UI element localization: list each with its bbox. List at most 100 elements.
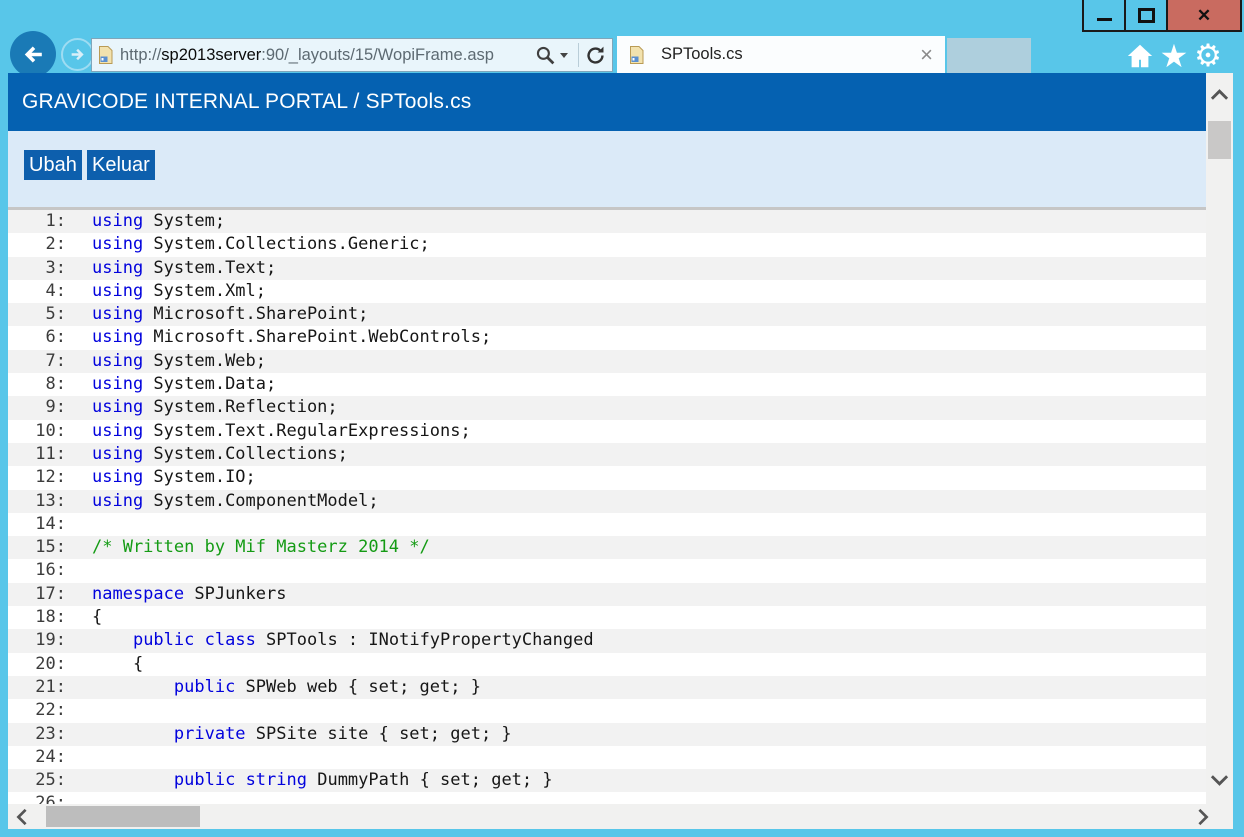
code-line: 15:/* Written by Mif Masterz 2014 */	[8, 536, 1206, 559]
line-code: using System.Xml;	[66, 280, 266, 303]
code-line: 4:using System.Xml;	[8, 280, 1206, 303]
line-number: 10:	[8, 420, 66, 443]
url-path: :90/_layouts/15/WopiFrame.asp	[261, 46, 494, 64]
line-number: 16:	[8, 559, 66, 582]
scroll-up-icon[interactable]	[1210, 89, 1229, 101]
line-number: 17:	[8, 583, 66, 606]
code-line: 14:	[8, 513, 1206, 536]
settings-button[interactable]: ⚙	[1192, 40, 1224, 72]
home-icon	[1125, 42, 1155, 70]
line-code: public string DummyPath { set; get; }	[66, 769, 553, 792]
maximize-icon	[1138, 8, 1155, 23]
url-prefix: http://	[120, 46, 161, 64]
code-line: 1:using System;	[8, 210, 1206, 233]
line-code	[66, 699, 92, 722]
line-code: {	[66, 653, 143, 676]
url-text[interactable]: http://sp2013server:90/_layouts/15/WopiF…	[120, 46, 535, 65]
window-controls: ✕	[1082, 0, 1242, 32]
code-line: 10:using System.Text.RegularExpressions;	[8, 420, 1206, 443]
code-line: 12:using System.IO;	[8, 466, 1206, 489]
menu-item-ubah[interactable]: Ubah	[24, 150, 82, 180]
line-code	[66, 792, 92, 804]
forward-button[interactable]	[61, 38, 94, 71]
line-code: using System.ComponentModel;	[66, 490, 379, 513]
line-code	[66, 559, 92, 582]
code-line: 17:namespace SPJunkers	[8, 583, 1206, 606]
vertical-scrollbar[interactable]	[1206, 73, 1233, 804]
line-code: using System.Web;	[66, 350, 266, 373]
code-line: 5:using Microsoft.SharePoint;	[8, 303, 1206, 326]
minimize-button[interactable]	[1084, 0, 1124, 30]
line-number: 11:	[8, 443, 66, 466]
line-code: using System.Collections;	[66, 443, 348, 466]
line-number: 24:	[8, 746, 66, 769]
horizontal-scroll-thumb[interactable]	[46, 806, 200, 827]
line-number: 14:	[8, 513, 66, 536]
address-bar[interactable]: http://sp2013server:90/_layouts/15/WopiF…	[91, 38, 613, 72]
code-line: 3:using System.Text;	[8, 257, 1206, 280]
url-domain: sp2013server	[161, 46, 261, 64]
search-dropdown-icon[interactable]	[560, 53, 568, 62]
line-number: 1:	[8, 210, 66, 233]
line-code: using System.Data;	[66, 373, 276, 396]
code-line: 25: public string DummyPath { set; get; …	[8, 769, 1206, 792]
line-number: 22:	[8, 699, 66, 722]
back-arrow-icon	[20, 41, 47, 68]
line-code: using System;	[66, 210, 225, 233]
code-line: 22:	[8, 699, 1206, 722]
scroll-left-icon[interactable]	[16, 808, 28, 826]
close-icon: ✕	[1197, 7, 1211, 24]
code-line: 13:using System.ComponentModel;	[8, 490, 1206, 513]
line-number: 7:	[8, 350, 66, 373]
tab-title: SPTools.cs	[661, 45, 920, 64]
code-line: 8:using System.Data;	[8, 373, 1206, 396]
forward-arrow-icon	[68, 45, 87, 64]
refresh-icon[interactable]	[585, 45, 606, 66]
code-line: 7:using System.Web;	[8, 350, 1206, 373]
code-line: 16:	[8, 559, 1206, 582]
vertical-scroll-thumb[interactable]	[1208, 121, 1231, 159]
tab-sptools[interactable]: SPTools.cs ×	[617, 36, 945, 73]
line-code: using System.IO;	[66, 466, 256, 489]
scroll-right-icon[interactable]	[1197, 808, 1209, 826]
new-tab-button[interactable]	[947, 38, 1031, 73]
favorites-button[interactable]: ★	[1158, 40, 1190, 72]
line-number: 25:	[8, 769, 66, 792]
line-code: using System.Collections.Generic;	[66, 233, 430, 256]
code-line: 9:using System.Reflection;	[8, 396, 1206, 419]
back-button[interactable]	[10, 31, 56, 77]
minimize-icon	[1097, 18, 1112, 21]
scroll-down-icon[interactable]	[1210, 774, 1229, 786]
code-area: 1:using System;2:using System.Collection…	[8, 210, 1206, 804]
line-code: private SPSite site { set; get; }	[66, 723, 512, 746]
menu-item-keluar[interactable]: Keluar	[87, 150, 155, 180]
line-number: 3:	[8, 257, 66, 280]
code-line: 24:	[8, 746, 1206, 769]
tab-close-icon[interactable]: ×	[920, 44, 933, 66]
code-line: 26:	[8, 792, 1206, 804]
portal-header: GRAVICODE INTERNAL PORTAL / SPTools.cs	[8, 73, 1206, 131]
line-number: 18:	[8, 606, 66, 629]
line-number: 13:	[8, 490, 66, 513]
line-code: using System.Reflection;	[66, 396, 338, 419]
line-code: public SPWeb web { set; get; }	[66, 676, 481, 699]
line-code: /* Written by Mif Masterz 2014 */	[66, 536, 430, 559]
line-number: 8:	[8, 373, 66, 396]
line-number: 19:	[8, 629, 66, 652]
horizontal-scrollbar[interactable]	[8, 804, 1233, 829]
close-button[interactable]: ✕	[1166, 0, 1240, 30]
line-number: 26:	[8, 792, 66, 804]
line-code: namespace SPJunkers	[66, 583, 286, 606]
line-code	[66, 746, 92, 769]
search-icon[interactable]	[535, 45, 556, 66]
tab-favicon	[629, 46, 644, 64]
maximize-button[interactable]	[1124, 0, 1166, 30]
line-code: using System.Text;	[66, 257, 276, 280]
address-bar-tools	[535, 43, 606, 67]
line-number: 6:	[8, 326, 66, 349]
line-number: 4:	[8, 280, 66, 303]
address-divider	[578, 43, 579, 67]
home-button[interactable]	[1124, 40, 1156, 72]
line-number: 9:	[8, 396, 66, 419]
page-favicon	[98, 46, 113, 64]
